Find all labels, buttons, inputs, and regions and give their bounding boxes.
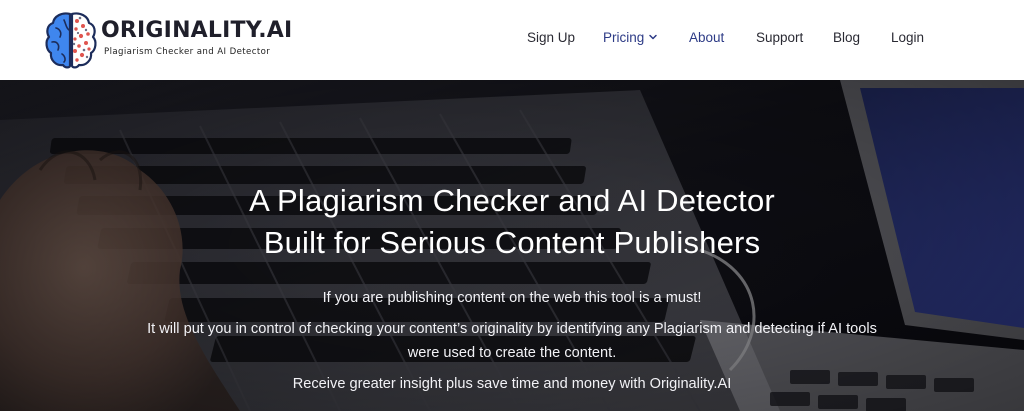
hero-section: A Plagiarism Checker and AI Detector Bui… <box>0 80 1024 411</box>
nav-support[interactable]: Support <box>756 30 803 45</box>
hero-intro-text: If you are publishing content on the web… <box>322 290 702 306</box>
hero-content: A Plagiarism Checker and AI Detector Bui… <box>0 80 1024 411</box>
nav-login[interactable]: Login <box>891 30 924 45</box>
hero-heading-line2: Built for Serious Content Publishers <box>263 225 761 260</box>
nav-pricing[interactable]: Pricing <box>603 30 658 45</box>
brain-logo-icon <box>45 12 97 69</box>
nav-pricing-label: Pricing <box>603 30 645 45</box>
nav-about[interactable]: About <box>689 30 724 45</box>
hero-description-line1: It will put you in control of checking y… <box>147 321 877 337</box>
logo[interactable]: ORIGINALITY.AI Plagiarism Checker and AI… <box>44 10 292 72</box>
hero-description-line2: were used to create the content. <box>407 345 617 361</box>
nav-blog[interactable]: Blog <box>833 30 860 45</box>
nav-sign-up[interactable]: Sign Up <box>527 30 575 45</box>
hero-benefit-text: Receive greater insight plus save time a… <box>292 376 732 392</box>
chevron-down-icon <box>649 34 658 40</box>
logo-title: ORIGINALITY.AI <box>101 18 293 43</box>
site-header: ORIGINALITY.AI Plagiarism Checker and AI… <box>0 0 1024 80</box>
hero-heading-line1: A Plagiarism Checker and AI Detector <box>249 183 775 218</box>
logo-tagline: Plagiarism Checker and AI Detector <box>104 47 271 57</box>
